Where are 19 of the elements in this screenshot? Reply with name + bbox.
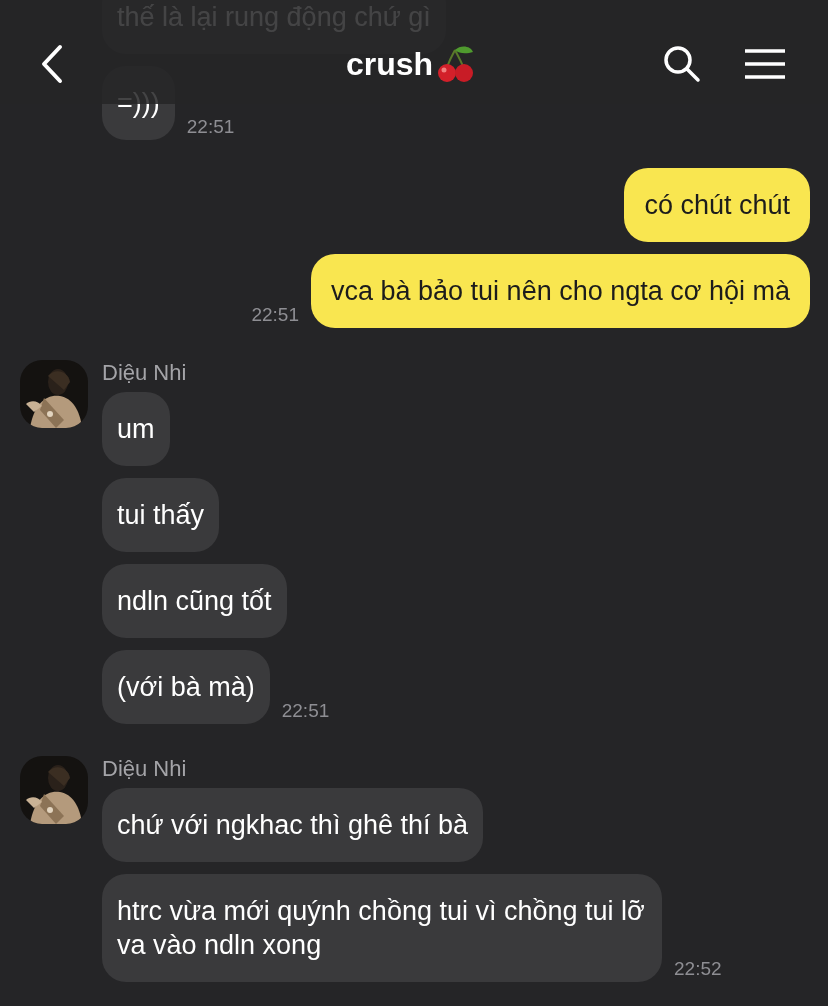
timestamp: 22:52 bbox=[674, 958, 722, 980]
search-icon[interactable] bbox=[662, 44, 702, 84]
message-bubble: vca bà bảo tui nên cho ngta cơ hội mà bbox=[311, 254, 810, 328]
message-bubble: chứ với ngkhac thì ghê thí bà bbox=[102, 788, 483, 862]
sender-name: Diệu Nhi bbox=[102, 756, 188, 782]
message-bubble: ndln cũng tốt bbox=[102, 564, 287, 638]
menu-icon[interactable] bbox=[744, 48, 786, 80]
cherry-icon bbox=[435, 44, 476, 84]
back-icon[interactable] bbox=[40, 44, 64, 84]
sender-name: Diệu Nhi bbox=[102, 360, 188, 386]
message-bubble: tui thấy bbox=[102, 478, 220, 552]
message-bubble: htrc vừa mới quýnh chồng tui vì chồng tui lỡ va vào ndln xong bbox=[102, 874, 662, 982]
timestamp: 22:51 bbox=[186, 116, 235, 138]
message-bubble: có chút chút bbox=[624, 168, 810, 242]
message-bubble: um bbox=[102, 392, 170, 466]
chat-title: crush bbox=[346, 45, 434, 83]
message-bubble: (với bà mà) bbox=[102, 650, 270, 724]
timestamp: 22:51 bbox=[251, 304, 299, 326]
timestamp: 22:51 bbox=[281, 700, 330, 722]
